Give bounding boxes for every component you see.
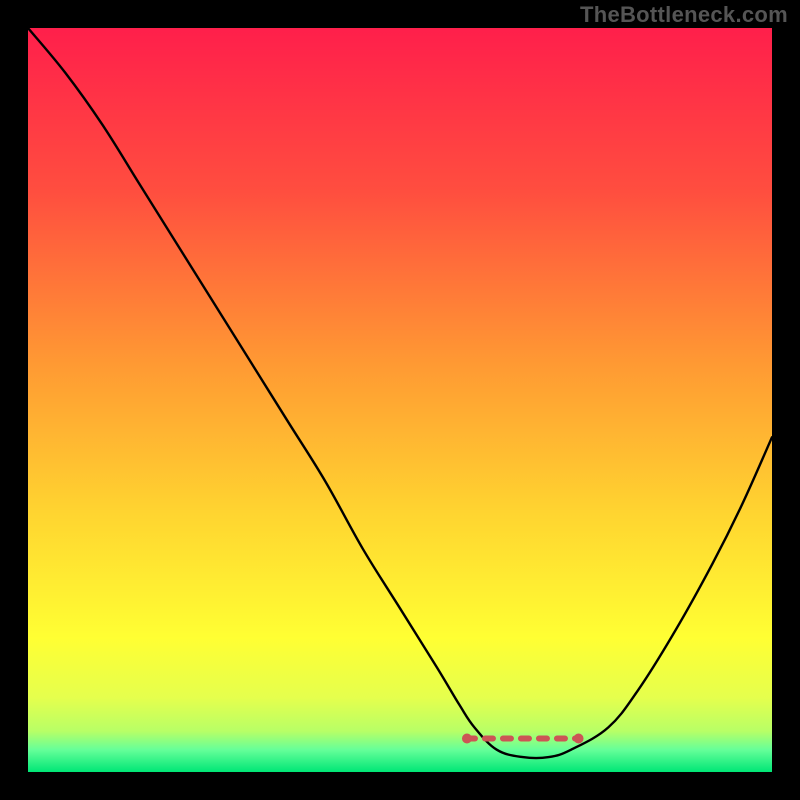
watermark-text: TheBottleneck.com bbox=[580, 2, 788, 28]
plot-container bbox=[28, 28, 772, 772]
page-root: TheBottleneck.com bbox=[0, 0, 800, 800]
bottleneck-chart bbox=[28, 28, 772, 772]
chart-background bbox=[28, 28, 772, 772]
